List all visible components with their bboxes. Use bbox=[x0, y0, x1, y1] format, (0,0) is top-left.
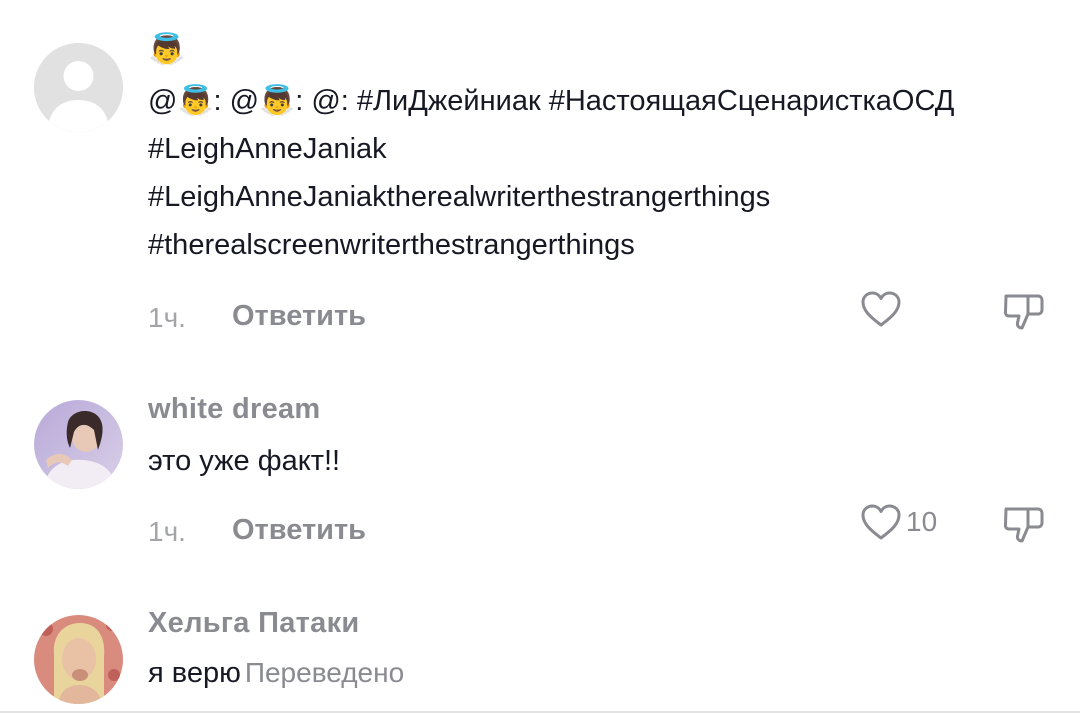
comment-username[interactable]: white dream bbox=[148, 393, 321, 426]
like-button[interactable]: 10 bbox=[860, 503, 937, 541]
dislike-icon bbox=[1003, 294, 1044, 330]
dislike-icon bbox=[1003, 507, 1044, 543]
comment-text-body: я верю bbox=[148, 657, 241, 689]
comment-text-line: @👼: @👼: @: #ЛиДжейниак #НастоящаяСценари… bbox=[148, 85, 955, 117]
comment-text: @👼: @👼: @: #ЛиДжейниак #НастоящаяСценари… bbox=[148, 77, 1048, 269]
reply-button[interactable]: Ответить bbox=[232, 514, 366, 547]
comment-text-line: #LeighAnneJaniaktherealwriterthestranger… bbox=[148, 181, 771, 213]
comment-text-line: это уже факт!! bbox=[148, 445, 341, 477]
comment-time: 1ч. bbox=[148, 516, 186, 547]
heart-icon bbox=[861, 504, 901, 540]
comment-text-line: #LeighAnneJaniak bbox=[148, 133, 387, 165]
default-avatar-icon[interactable] bbox=[34, 43, 123, 132]
dislike-button[interactable] bbox=[1000, 503, 1048, 550]
like-count: 10 bbox=[906, 506, 938, 537]
comment-time: 1ч. bbox=[148, 302, 186, 333]
comment-text-line: #therealscreenwriterthestrangerthings bbox=[148, 229, 635, 261]
comment-text: это уже факт!! bbox=[148, 437, 1048, 485]
comment-username[interactable]: Хельга Патаки bbox=[148, 607, 360, 640]
heart-icon bbox=[861, 291, 901, 327]
avatar[interactable] bbox=[34, 400, 123, 489]
comment-text-line: я верю Переведено bbox=[148, 649, 1048, 697]
dislike-button[interactable] bbox=[1000, 290, 1048, 337]
translated-label[interactable]: Переведено bbox=[245, 657, 404, 688]
reply-button[interactable]: Ответить bbox=[232, 300, 366, 333]
comment-text: я верю Переведено bbox=[148, 649, 1048, 697]
avatar[interactable] bbox=[34, 615, 123, 704]
comment-username[interactable]: 👼 bbox=[148, 32, 186, 67]
like-button[interactable] bbox=[860, 290, 906, 328]
